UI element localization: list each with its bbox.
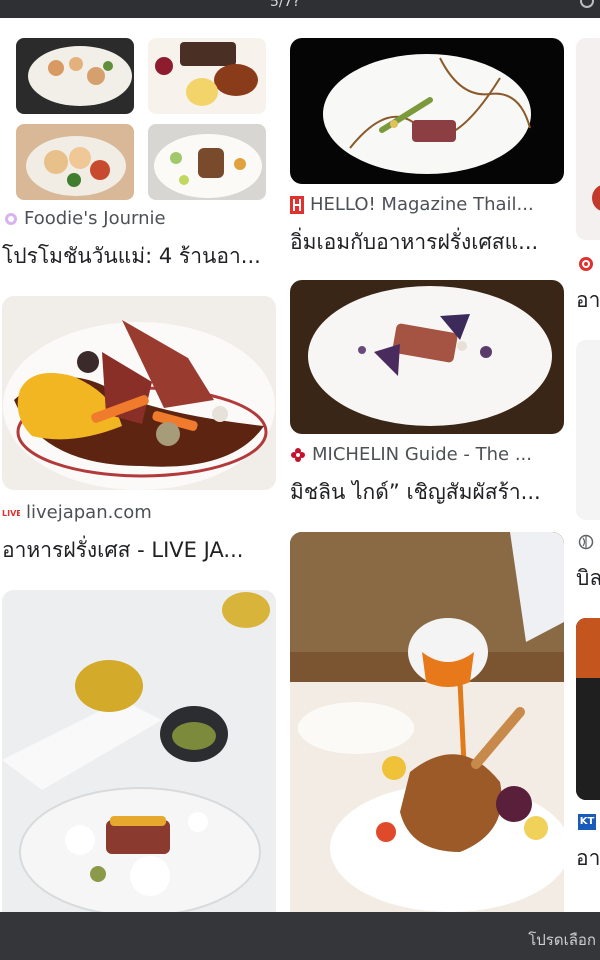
result-source-label: MICHELIN Guide - The ... <box>312 444 532 465</box>
result-source-label: livejapan.com <box>26 502 152 523</box>
result-image-duck-sauce[interactable] <box>290 532 564 912</box>
target-icon <box>578 256 594 272</box>
collage-cell <box>148 38 266 114</box>
top-bar: 5/7? <box>0 0 600 18</box>
michelin-icon <box>290 447 306 463</box>
result-image-foodie[interactable] <box>2 38 274 200</box>
page-counter: 5/7? <box>270 0 300 10</box>
livejapan-icon: LIVE <box>2 508 20 518</box>
result-image-hello[interactable] <box>290 38 564 184</box>
result-image-livejapan[interactable] <box>2 296 276 490</box>
result-source-label: HELLO! Magazine Thail... <box>310 194 534 215</box>
result-caption[interactable]: อิ่มเอมกับอาหารฝรั่งเศสแ... <box>290 226 564 259</box>
svg-text:LIVE: LIVE <box>2 509 20 518</box>
hello-magazine-icon <box>290 195 304 214</box>
selection-hint: โปรดเลือก <box>528 931 596 949</box>
collage-cell <box>16 38 134 114</box>
options-icon[interactable] <box>580 0 594 8</box>
result-source[interactable]: LIVE livejapan.com <box>2 502 276 523</box>
result-caption-partial[interactable]: อา <box>576 842 600 875</box>
kt-badge: KT <box>578 814 596 830</box>
result-caption-partial[interactable]: บิล <box>576 562 600 595</box>
collage-cell <box>16 124 134 200</box>
result-source-label: Foodie's Journie <box>24 208 166 229</box>
result-image-partial[interactable] <box>576 340 600 520</box>
result-source[interactable]: MICHELIN Guide - The ... <box>290 444 564 465</box>
collage-cell <box>148 124 266 200</box>
result-image-michelin[interactable] <box>290 280 564 434</box>
result-source[interactable]: Foodie's Journie <box>4 208 274 229</box>
foodie-icon <box>4 212 18 226</box>
bottom-bar: โปรดเลือก <box>0 912 600 960</box>
result-caption[interactable]: โปรโมชันวันแม่: 4 ร้านอา... <box>2 240 274 273</box>
result-caption[interactable]: อาหารฝรั่งเศส - LIVE JA... <box>2 534 276 567</box>
result-source[interactable]: HELLO! Magazine Thail... <box>290 194 564 215</box>
result-caption[interactable]: มิชลิน ไกด์” เชิญสัมผัสร้า... <box>290 476 564 509</box>
result-image-partial[interactable] <box>576 618 600 800</box>
result-image-partial[interactable] <box>576 38 600 240</box>
result-image-dome-dessert[interactable] <box>2 590 276 912</box>
globe-icon <box>578 534 594 550</box>
result-caption-partial[interactable]: อา <box>576 284 600 317</box>
